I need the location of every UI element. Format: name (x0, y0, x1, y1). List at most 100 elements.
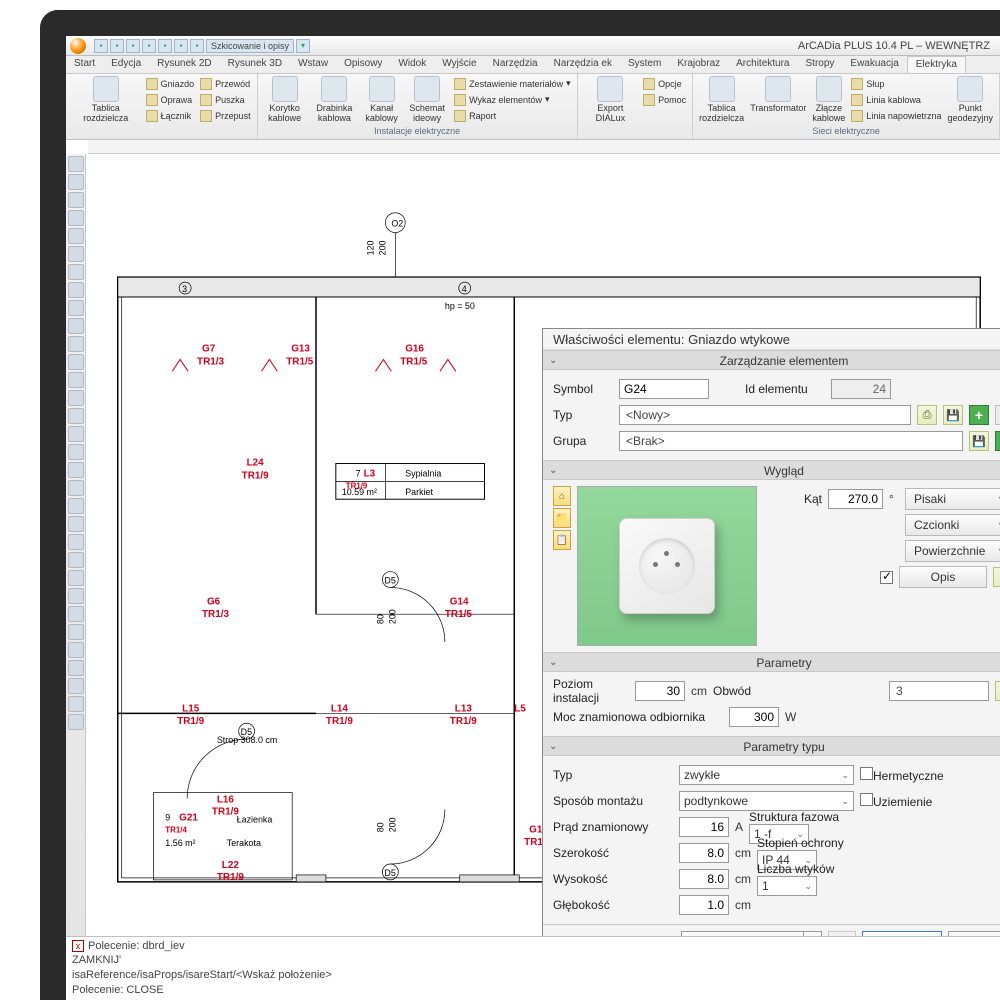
btn-linia-napowietrzna[interactable]: Linia napowietrzna (851, 108, 941, 123)
tab-widok[interactable]: Widok (390, 56, 434, 73)
tab-wyjscie[interactable]: Wyjście (434, 56, 484, 73)
btn-punkt-geodezyjny[interactable]: Punkt geodezyjny (947, 76, 993, 124)
tool-icon[interactable] (68, 156, 84, 172)
hermetyczne-checkbox[interactable] (860, 767, 873, 780)
btn-opcje[interactable]: Opcje (643, 76, 686, 91)
tool-icon[interactable] (68, 570, 84, 586)
qat-icon[interactable]: ▪ (126, 39, 140, 53)
drawing-area[interactable]: O2 120 200 hp = 50 3 4 G7TR1/3 G13TR1/5 … (66, 140, 1000, 936)
plus-icon[interactable]: + (995, 431, 1000, 451)
tool-icon[interactable] (68, 678, 84, 694)
btn-tablica-rozdzielcza[interactable]: Tablica rozdzielcza (72, 76, 140, 124)
btn-linia-kablowa[interactable]: Linia kablowa (851, 92, 941, 107)
qat-icon[interactable]: ▪ (158, 39, 172, 53)
tool-icon[interactable] (68, 606, 84, 622)
tool-icon[interactable] (68, 462, 84, 478)
opis-checkbox[interactable] (880, 571, 893, 584)
tp-typ-select[interactable]: zwykłe⌄ (679, 765, 854, 785)
tool-icon[interactable] (68, 444, 84, 460)
btn-pomoc[interactable]: Pomoc (643, 92, 686, 107)
tab-architektura[interactable]: Architektura (728, 56, 797, 73)
tool-icon[interactable] (68, 372, 84, 388)
tab-r3d[interactable]: Rysunek 3D (220, 56, 290, 73)
preview-tab-icon[interactable]: ⌂ (553, 486, 571, 506)
typ-combo[interactable]: <Nowy> (619, 405, 911, 425)
tool-icon[interactable] (68, 714, 84, 730)
cancel-button[interactable]: Anuluj (948, 931, 1000, 936)
tool-icon[interactable] (68, 264, 84, 280)
collapse-icon[interactable]: ⌄ (549, 461, 557, 481)
btn-slup[interactable]: Słup (851, 76, 941, 91)
tool-icon[interactable] (68, 228, 84, 244)
tool-icon[interactable] (68, 246, 84, 262)
btn-drabinka[interactable]: Drabinka kablowa (312, 76, 358, 124)
tool-icon[interactable] (68, 552, 84, 568)
tool-icon[interactable] (68, 174, 84, 190)
tool-icon[interactable] (68, 282, 84, 298)
tool-icon[interactable] (68, 300, 84, 316)
btn-lacznik[interactable]: Łącznik (146, 108, 195, 123)
save-type-icon[interactable]: 💾 (943, 405, 963, 425)
qat-icon[interactable]: ▪ (142, 39, 156, 53)
btn-przewod[interactable]: Przewód (200, 76, 251, 91)
btn-export-dialux[interactable]: Export DIALux (584, 76, 637, 124)
btn-gniazdo[interactable]: Gniazdo (146, 76, 195, 91)
powierzchnie-button[interactable]: Powierzchnie▼ (905, 540, 1000, 562)
btn-zestawienie[interactable]: Zestawienie materiałów ▾ (454, 76, 571, 91)
kat-input[interactable] (828, 489, 883, 509)
tool-icon[interactable] (68, 480, 84, 496)
btn-puszka[interactable]: Puszka (200, 92, 251, 107)
preview-tab-icon[interactable]: 📋 (553, 530, 571, 550)
moc-input[interactable] (729, 707, 779, 727)
tool-icon[interactable] (68, 318, 84, 334)
btn-korytko[interactable]: Korytko kablowe (264, 76, 306, 124)
tool-icon[interactable] (68, 642, 84, 658)
tool-icon[interactable] (68, 210, 84, 226)
tp-gleb-input[interactable] (679, 895, 729, 915)
btn-wykaz[interactable]: Wykaz elementów ▾ (454, 92, 571, 107)
tab-narzedzia-ek[interactable]: Narzędzia ek (546, 56, 620, 73)
tool-icon[interactable] (68, 192, 84, 208)
qat-icon[interactable]: ▪ (94, 39, 108, 53)
tool-icon[interactable] (68, 498, 84, 514)
quick-access-toolbar[interactable]: ▪ ▪ ▪ ▪ ▪ ▪ ▪ Szkicowanie i opisy ▾ (94, 39, 310, 53)
tab-krajobraz[interactable]: Krajobraz (669, 56, 728, 73)
tool-icon[interactable] (68, 588, 84, 604)
tab-start[interactable]: Start (66, 56, 103, 73)
poziom-input[interactable] (635, 681, 685, 701)
qat-icon[interactable]: ▪ (190, 39, 204, 53)
btn-kanal[interactable]: Kanał kablowy (363, 76, 400, 124)
tool-icon[interactable] (68, 660, 84, 676)
collapse-icon[interactable]: ⌄ (549, 351, 557, 371)
tab-wstaw[interactable]: Wstaw (290, 56, 336, 73)
tp-szer-input[interactable] (679, 843, 729, 863)
tab-opisowy[interactable]: Opisowy (336, 56, 390, 73)
tool-icon[interactable] (68, 516, 84, 532)
tool-icon[interactable] (68, 426, 84, 442)
qat-icon[interactable]: ▪ (110, 39, 124, 53)
tool-icon[interactable] (68, 354, 84, 370)
btn-transformator[interactable]: Transformator (750, 76, 806, 114)
opis-settings-icon[interactable]: ⇲ (993, 567, 1000, 587)
tp-montaz-select[interactable]: podtynkowe⌄ (679, 791, 854, 811)
plus-icon[interactable]: + (969, 405, 989, 425)
tool-icon[interactable] (68, 624, 84, 640)
tab-narzedzia[interactable]: Narzędzia (485, 56, 546, 73)
obwod-lock-icon[interactable]: 💡 (995, 681, 1000, 701)
tab-stropy[interactable]: Stropy (798, 56, 843, 73)
preview-tab-icon[interactable]: 📁 (553, 508, 571, 528)
btn-zlacze[interactable]: Złącze kablowe (812, 76, 845, 124)
tp-wys-input[interactable] (679, 869, 729, 889)
command-line[interactable]: xPolecenie: dbrd_iev ZAMKNIJ' isaReferen… (66, 936, 1000, 1000)
btn-raport[interactable]: Raport (454, 108, 571, 123)
tab-ewakuacja[interactable]: Ewakuacja (842, 56, 906, 73)
save-group-icon[interactable]: 💾 (969, 431, 989, 451)
pisaki-button[interactable]: Pisaki▼ (905, 488, 1000, 510)
tp-wtyk-select[interactable]: 1⌄ (757, 876, 817, 896)
tool-icon[interactable] (68, 408, 84, 424)
opis-button[interactable]: Opis (899, 566, 987, 588)
close-cmd-icon[interactable]: x (72, 940, 84, 952)
tab-system[interactable]: System (620, 56, 669, 73)
qat-icon[interactable]: ▪ (174, 39, 188, 53)
collapse-icon[interactable]: ⌄ (549, 737, 557, 757)
